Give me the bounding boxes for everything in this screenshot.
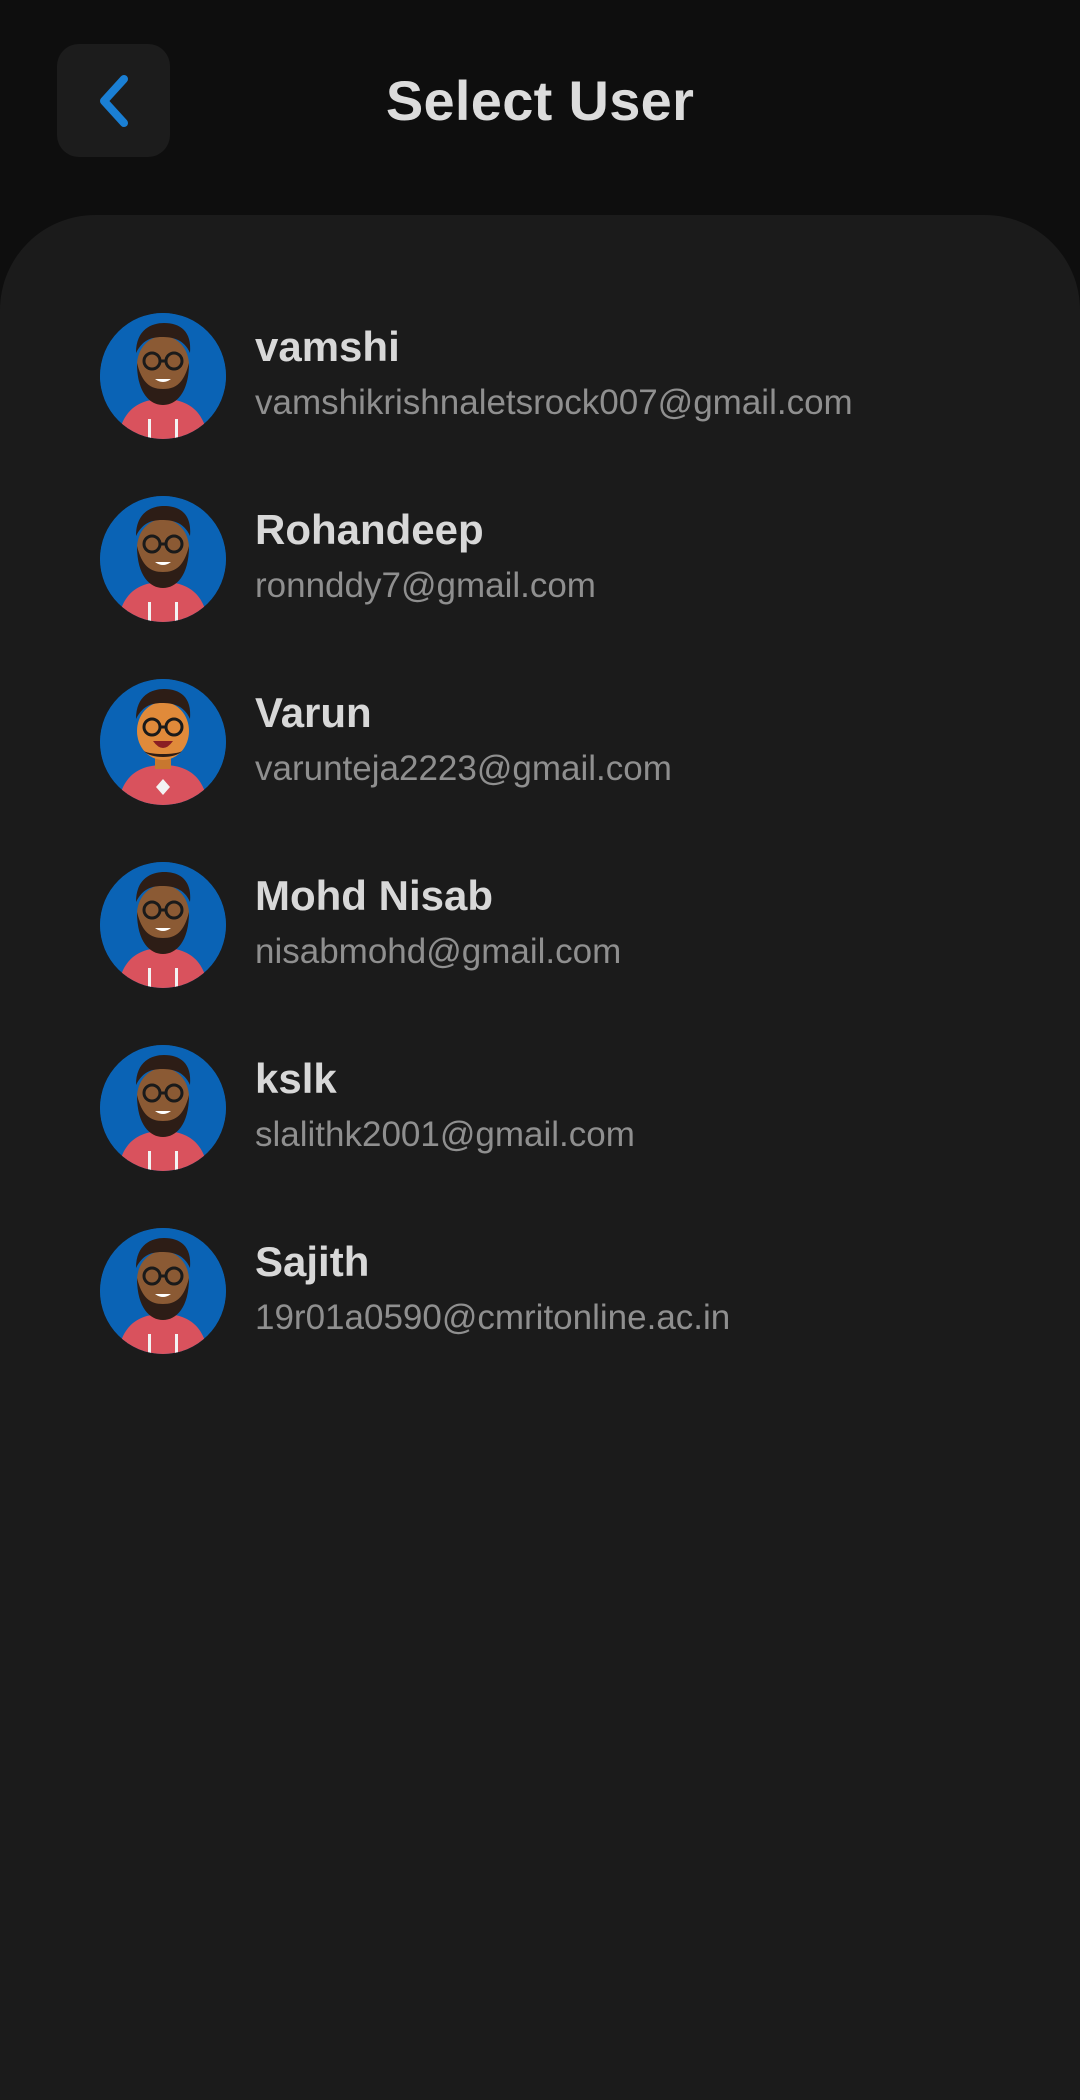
bearded-man-avatar-icon — [100, 862, 226, 988]
user-email: vamshikrishnaletsrock007@gmail.com — [255, 383, 853, 422]
avatar — [100, 1045, 226, 1171]
avatar — [100, 496, 226, 622]
bearded-man-avatar-icon — [100, 1228, 226, 1354]
page-title: Select User — [385, 69, 695, 132]
user-name: Sajith — [255, 1238, 370, 1285]
avatar — [100, 313, 226, 439]
user-row[interactable]: Sajith 19r01a0590@cmritonline.ac.in — [0, 1228, 1080, 1411]
user-list-panel: vamshi vamshikrishnaletsrock007@gmail.co… — [0, 215, 1080, 2100]
bearded-man-avatar-icon — [100, 1045, 226, 1171]
user-email: 19r01a0590@cmritonline.ac.in — [255, 1298, 731, 1337]
user-name: Mohd Nisab — [255, 872, 493, 919]
bearded-man-avatar-icon — [100, 496, 226, 622]
avatar — [100, 1228, 226, 1354]
user-email: ronnddy7@gmail.com — [255, 566, 596, 605]
user-name: vamshi — [255, 323, 400, 370]
avatar — [100, 679, 226, 805]
user-row[interactable]: kslk slalithk2001@gmail.com — [0, 1045, 1080, 1228]
user-list: vamshi vamshikrishnaletsrock007@gmail.co… — [0, 313, 1080, 1411]
user-name: Rohandeep — [255, 506, 484, 553]
user-name: kslk — [255, 1055, 337, 1102]
bearded-man-avatar-icon — [100, 313, 226, 439]
user-email: varunteja2223@gmail.com — [255, 749, 672, 788]
user-row[interactable]: vamshi vamshikrishnaletsrock007@gmail.co… — [0, 313, 1080, 496]
avatar — [100, 862, 226, 988]
app-header: Select User — [0, 0, 1080, 215]
user-row[interactable]: Mohd Nisab nisabmohd@gmail.com — [0, 862, 1080, 1045]
user-email: nisabmohd@gmail.com — [255, 932, 622, 971]
user-row[interactable]: Rohandeep ronnddy7@gmail.com — [0, 496, 1080, 679]
user-name: Varun — [255, 689, 372, 736]
user-row[interactable]: Varun varunteja2223@gmail.com — [0, 679, 1080, 862]
user-email: slalithk2001@gmail.com — [255, 1115, 635, 1154]
smiling-man-avatar-icon — [100, 679, 226, 805]
